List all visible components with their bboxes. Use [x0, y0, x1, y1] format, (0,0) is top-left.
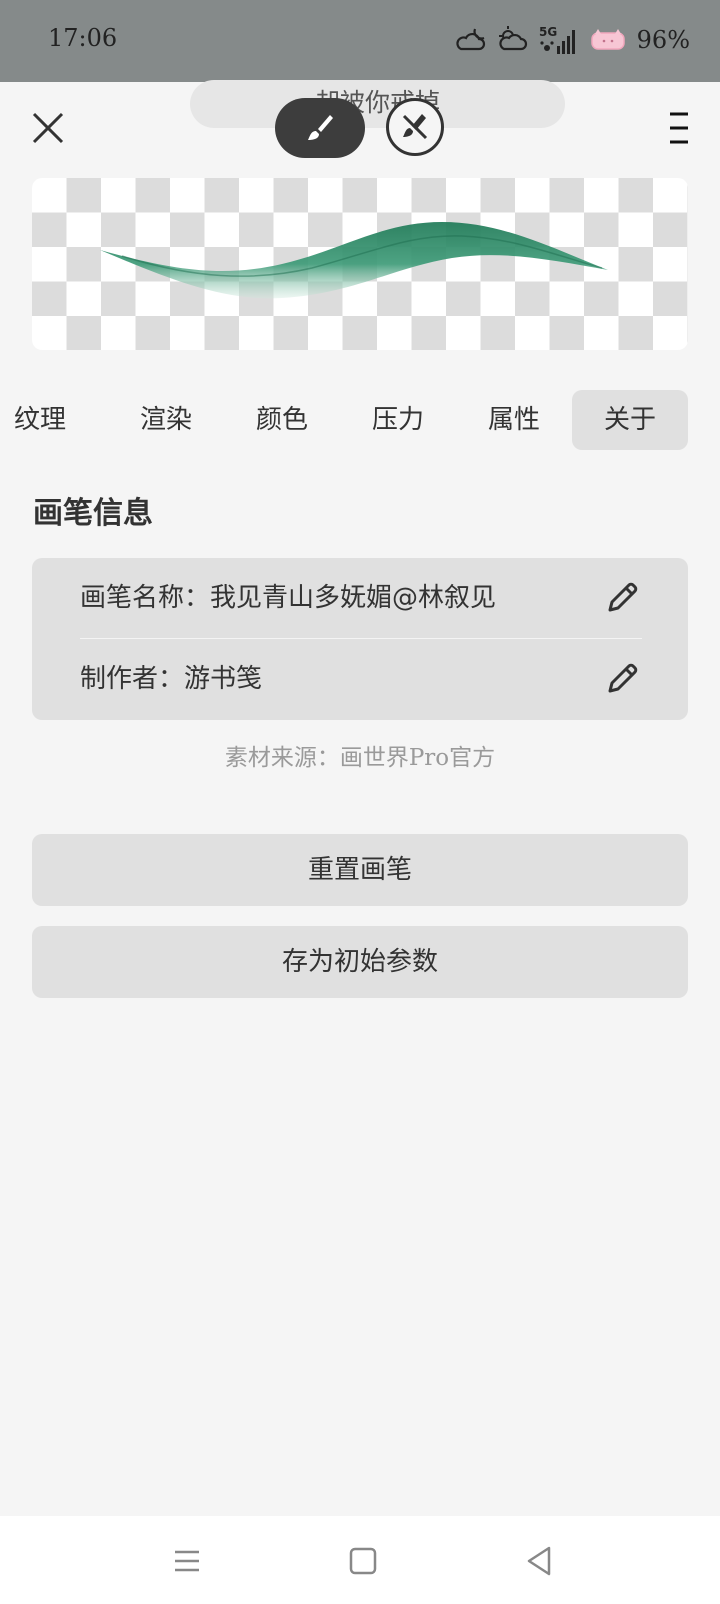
tab-about[interactable]: 关于: [572, 390, 688, 450]
battery-icon: [590, 29, 625, 50]
brush-info-card: 画笔名称：我见青山多妩媚@林叙见 制作者：游书笺: [32, 558, 688, 720]
navigation-bar: [0, 1516, 720, 1604]
menu-icon: [670, 112, 688, 144]
reset-brush-button[interactable]: 重置画笔: [32, 834, 688, 906]
status-time: 17:06: [48, 24, 118, 52]
section-title: 画笔信息: [33, 496, 153, 531]
home-button[interactable]: [346, 1544, 380, 1578]
settings-tabs: 纹理 渲染 颜色 压力 属性 关于: [0, 390, 720, 450]
brush-name-row: 画笔名称：我见青山多妩媚@林叙见: [80, 558, 642, 638]
toast-message: 却被你戒掉: [190, 80, 565, 128]
author-label: 制作者：游书笺: [80, 664, 263, 694]
menu-button[interactable]: [664, 108, 694, 148]
tab-properties[interactable]: 属性: [456, 390, 572, 450]
recent-apps-button[interactable]: [170, 1544, 204, 1578]
close-icon: [32, 112, 64, 144]
tab-render[interactable]: 渲染: [108, 390, 224, 450]
signal-icon: 5G: [539, 25, 575, 54]
pencil-icon: [608, 663, 638, 693]
source-note: 素材来源：画世界Pro官方: [224, 745, 496, 771]
back-button[interactable]: [522, 1544, 556, 1578]
recent-apps-icon: [175, 1550, 199, 1572]
edit-author-button[interactable]: [602, 659, 642, 699]
status-bar: 17:06 5G 96%: [0, 0, 720, 82]
close-button[interactable]: [28, 108, 68, 148]
back-icon: [527, 1546, 551, 1576]
tab-texture[interactable]: 纹理: [0, 390, 80, 450]
svg-text:5G: 5G: [539, 25, 557, 39]
eraser-mode-button[interactable]: [386, 98, 444, 156]
battery-percent: 96%: [636, 26, 690, 54]
home-icon: [349, 1547, 377, 1575]
tab-color[interactable]: 颜色: [224, 390, 340, 450]
brush-stroke-preview: [100, 222, 608, 299]
author-row: 制作者：游书笺: [80, 639, 642, 719]
brush-mode-button[interactable]: [275, 98, 365, 158]
tab-pressure[interactable]: 压力: [340, 390, 456, 450]
cloudy-night-icon: [456, 28, 485, 51]
cloudy-icon: [498, 26, 527, 51]
pencil-icon: [608, 582, 638, 612]
status-icons: 5G 96%: [455, 24, 690, 56]
brush-name-label: 画笔名称：我见青山多妩媚@林叙见: [80, 583, 497, 613]
edit-brush-name-button[interactable]: [602, 578, 642, 618]
eraser-icon: [402, 114, 428, 140]
save-default-button[interactable]: 存为初始参数: [32, 926, 688, 998]
brush-icon: [308, 115, 333, 140]
brush-preview[interactable]: [32, 178, 688, 350]
